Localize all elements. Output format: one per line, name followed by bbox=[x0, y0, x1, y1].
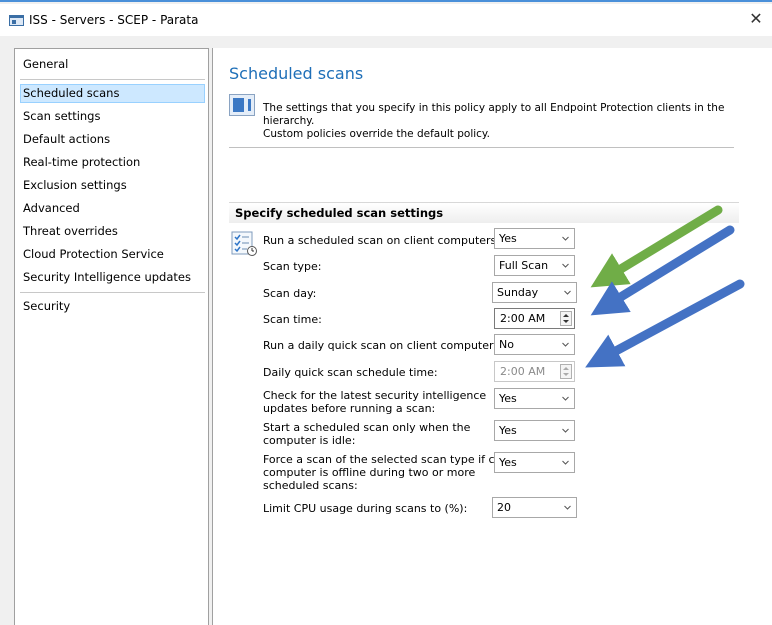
scheduled-scan-icon bbox=[231, 231, 257, 256]
window-title: ISS - Servers - SCEP - Parata bbox=[29, 13, 199, 27]
setting-label-daily-quick-scan: Run a daily quick scan on client compute… bbox=[263, 339, 503, 352]
scan-day-dropdown[interactable]: Sunday bbox=[492, 282, 577, 303]
nav-item-general[interactable]: General bbox=[20, 55, 205, 74]
chevron-down-icon bbox=[562, 428, 569, 433]
nav-item-security-intelligence-updates[interactable]: Security Intelligence updates bbox=[20, 268, 205, 287]
check-updates-dropdown[interactable]: Yes bbox=[494, 388, 575, 409]
nav-item-threat-overrides[interactable]: Threat overrides bbox=[20, 222, 205, 241]
dropdown-value: Yes bbox=[499, 456, 517, 469]
dropdown-value: Yes bbox=[499, 232, 517, 245]
nav-separator bbox=[20, 292, 205, 293]
label-line: computer is offline during two or more bbox=[263, 466, 476, 479]
label-line: Start a scheduled scan only when the bbox=[263, 421, 471, 434]
setting-label-scan-when-idle: Start a scheduled scan only when the com… bbox=[263, 421, 470, 447]
force-scan-dropdown[interactable]: Yes bbox=[494, 452, 575, 473]
nav-item-scan-settings[interactable]: Scan settings bbox=[20, 107, 205, 126]
daily-quick-scan-dropdown[interactable]: No bbox=[494, 334, 575, 355]
info-line: Custom policies override the default pol… bbox=[263, 128, 490, 140]
label-line: Check for the latest security intelligen… bbox=[263, 389, 487, 402]
scan-time-spinner[interactable]: 2:00 AM bbox=[494, 308, 575, 329]
page-title: Scheduled scans bbox=[229, 64, 364, 83]
setting-label-scan-time: Scan time: bbox=[263, 313, 322, 326]
label-line: updates before running a scan: bbox=[263, 402, 436, 415]
dropdown-value: No bbox=[499, 338, 514, 351]
spin-down-icon bbox=[563, 373, 569, 376]
dropdown-value: Sunday bbox=[497, 286, 539, 299]
policy-dialog: ISS - Servers - SCEP - Parata ✕ General … bbox=[0, 0, 772, 625]
scan-when-idle-dropdown[interactable]: Yes bbox=[494, 420, 575, 441]
chevron-down-icon bbox=[564, 505, 571, 510]
nav-item-security[interactable]: Security bbox=[20, 297, 205, 316]
nav-item-cloud-protection-service[interactable]: Cloud Protection Service bbox=[20, 245, 205, 264]
chevron-down-icon bbox=[562, 460, 569, 465]
setting-label-cpu-limit: Limit CPU usage during scans to (%): bbox=[263, 502, 468, 515]
spin-up-icon bbox=[563, 367, 569, 370]
divider bbox=[229, 147, 734, 148]
nav-item-real-time-protection[interactable]: Real-time protection bbox=[20, 153, 205, 172]
spinner-value: 2:00 AM bbox=[500, 312, 546, 325]
cpu-limit-dropdown[interactable]: 20 bbox=[492, 497, 577, 518]
dropdown-value: Full Scan bbox=[499, 259, 549, 272]
info-line: The settings that you specify in this po… bbox=[263, 102, 725, 127]
chevron-down-icon bbox=[562, 342, 569, 347]
label-line: scheduled scans: bbox=[263, 479, 358, 492]
setting-label-quick-scan-time: Daily quick scan schedule time: bbox=[263, 366, 438, 379]
quick-scan-time-spinner: 2:00 AM bbox=[494, 361, 575, 382]
policy-info-text: The settings that you specify in this po… bbox=[263, 102, 763, 141]
window-app-icon bbox=[9, 15, 24, 26]
label-line: Force a scan of the selected scan type i… bbox=[263, 453, 519, 466]
nav-item-advanced[interactable]: Advanced bbox=[20, 199, 205, 218]
section-header: Specify scheduled scan settings bbox=[229, 202, 739, 223]
dropdown-value: 20 bbox=[497, 501, 511, 514]
chevron-down-icon bbox=[562, 396, 569, 401]
dropdown-value: Yes bbox=[499, 424, 517, 437]
chevron-down-icon bbox=[562, 263, 569, 268]
chevron-down-icon bbox=[564, 290, 571, 295]
spinner-buttons bbox=[560, 364, 572, 379]
run-scheduled-scan-dropdown[interactable]: Yes bbox=[494, 228, 575, 249]
setting-label-scan-type: Scan type: bbox=[263, 260, 322, 273]
spinner-value: 2:00 AM bbox=[500, 365, 546, 378]
nav-separator bbox=[20, 79, 205, 80]
nav-item-scheduled-scans[interactable]: Scheduled scans bbox=[20, 84, 205, 103]
policy-info-icon bbox=[229, 94, 255, 116]
setting-label-run-scheduled-scan: Run a scheduled scan on client computers… bbox=[263, 234, 500, 247]
setting-label-check-updates: Check for the latest security intelligen… bbox=[263, 389, 486, 415]
setting-label-force-scan: Force a scan of the selected scan type i… bbox=[263, 453, 519, 492]
nav-item-default-actions[interactable]: Default actions bbox=[20, 130, 205, 149]
chevron-down-icon bbox=[562, 236, 569, 241]
spin-down-icon[interactable] bbox=[563, 320, 569, 323]
spinner-buttons[interactable] bbox=[560, 311, 572, 326]
title-bar: ISS - Servers - SCEP - Parata ✕ bbox=[0, 4, 772, 36]
scan-type-dropdown[interactable]: Full Scan bbox=[494, 255, 575, 276]
setting-label-scan-day: Scan day: bbox=[263, 287, 317, 300]
dropdown-value: Yes bbox=[499, 392, 517, 405]
settings-nav: General Scheduled scans Scan settings De… bbox=[14, 48, 209, 625]
spin-up-icon[interactable] bbox=[563, 314, 569, 317]
nav-item-exclusion-settings[interactable]: Exclusion settings bbox=[20, 176, 205, 195]
label-line: computer is idle: bbox=[263, 434, 356, 447]
close-icon[interactable]: ✕ bbox=[746, 9, 766, 29]
content-panel: Scheduled scans The settings that you sp… bbox=[212, 48, 772, 625]
